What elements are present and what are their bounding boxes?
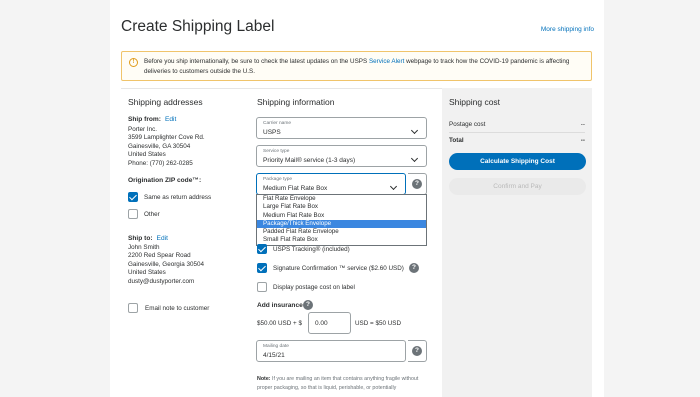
covid-alert-banner: ! Before you ship internationally, be su… [121, 51, 592, 81]
page-title: Create Shipping Label [121, 18, 275, 35]
address-line: dusty@dustyporter.com [128, 277, 195, 285]
display-postage-label: Display postage cost on label [273, 284, 355, 291]
service-alert-link[interactable]: Service Alert [369, 58, 404, 65]
origin-zip-label: Origination ZIP code™: [128, 177, 202, 184]
postage-cost-label: Postage cost [449, 121, 486, 128]
confirm-and-pay-button[interactable]: Confirm and Pay [449, 178, 586, 195]
package-option-highlighted[interactable]: Package/Thick Envelope [257, 219, 426, 229]
more-shipping-info-link[interactable]: More shipping info [541, 26, 594, 33]
help-icon[interactable]: ? [412, 179, 422, 189]
carrier-label: Carrier name [263, 121, 291, 126]
insurance-prefix: $50.00 USD + $ [257, 320, 302, 327]
chevron-down-icon [389, 182, 398, 191]
mailing-date-label: Mailing date [263, 344, 289, 349]
shipping-cost-panel: Shipping cost Postage cost -- Total -- C… [442, 88, 592, 397]
fragile-note: Note: If you are mailing an item that co… [257, 375, 429, 392]
ship-from-address: Porter Inc. 3599 Lamplighter Cove Rd. Ga… [128, 126, 205, 168]
email-note-label: Email note to customer [145, 305, 210, 312]
address-line: United States [128, 269, 166, 277]
package-option[interactable]: Large Flat Rate Box [257, 203, 426, 211]
address-line: 3599 Lamplighter Cove Rd. [128, 134, 205, 142]
postage-cost-value: -- [580, 121, 585, 128]
edit-ship-to-link[interactable]: Edit [157, 235, 168, 242]
shipping-label-card: Create Shipping Label More shipping info… [110, 0, 604, 397]
alert-text: Before you ship internationally, be sure… [144, 57, 584, 76]
total-value: -- [580, 137, 585, 144]
address-line: Porter Inc. [128, 126, 158, 133]
mailing-date-field[interactable]: Mailing date 4/15/21 [256, 340, 406, 362]
service-type-select[interactable]: Service type Priority Mail® service (1-3… [256, 145, 427, 167]
service-type-label: Service type [263, 149, 290, 154]
add-insurance-label: Add insurance [257, 302, 303, 309]
total-label: Total [449, 137, 464, 144]
package-type-dropdown: Flat Rate Envelope Large Flat Rate Box M… [256, 194, 427, 246]
ship-from-text: Ship from: [128, 116, 161, 123]
package-option[interactable]: Medium Flat Rate Box [257, 212, 426, 220]
note-text: If you are mailing an item that contains… [257, 376, 419, 391]
signature-checkbox[interactable] [257, 263, 267, 273]
cost-divider [449, 132, 585, 133]
package-option[interactable]: Flat Rate Envelope [257, 195, 426, 203]
tracking-label: USPS Tracking® (included) [273, 246, 350, 253]
other-zip-label: Other [144, 211, 160, 218]
display-postage-checkbox[interactable] [257, 282, 267, 292]
help-icon[interactable]: ? [409, 263, 419, 273]
carrier-value: USPS [263, 129, 281, 136]
carrier-select[interactable]: Carrier name USPS [256, 117, 427, 139]
same-as-return-label: Same as return address [144, 194, 212, 201]
ship-to-address: John Smith 2200 Red Spear Road Gainesvil… [128, 244, 204, 286]
address-line: John Smith [128, 244, 160, 251]
ship-to-text: Ship to: [128, 235, 153, 242]
mailing-date-help-box: ? [408, 340, 427, 362]
chevron-down-icon [410, 126, 419, 135]
package-option[interactable]: Small Flat Rate Box [257, 236, 426, 244]
address-line: 2200 Red Spear Road [128, 252, 191, 260]
shipping-addresses-heading: Shipping addresses [128, 97, 203, 107]
postage-cost-row: Postage cost -- [449, 121, 585, 128]
service-type-value: Priority Mail® service (1-3 days) [263, 157, 356, 164]
package-type-select[interactable]: Package type Medium Flat Rate Box [256, 173, 406, 195]
insurance-amount-input[interactable]: 0.00 [308, 312, 351, 334]
help-icon[interactable]: ? [412, 346, 422, 356]
tracking-checkbox[interactable] [257, 244, 267, 254]
address-line: United States [128, 151, 166, 159]
package-option[interactable]: Padded Flat Rate Envelope [257, 228, 426, 236]
same-as-return-checkbox[interactable] [128, 192, 138, 202]
other-zip-checkbox[interactable] [128, 209, 138, 219]
ship-from-label: Ship from: Edit [128, 116, 176, 123]
ship-to-label: Ship to: Edit [128, 235, 168, 242]
signature-label: Signature Confirmation ™ service ($2.60 … [273, 265, 404, 272]
email-note-checkbox[interactable] [128, 303, 138, 313]
address-line: Gainesville, GA 30504 [128, 142, 191, 150]
insurance-suffix: USD = $50 USD [355, 320, 402, 327]
address-line: Phone: (770) 262-0285 [128, 159, 193, 167]
note-bold: Note: [257, 376, 271, 382]
package-type-value: Medium Flat Rate Box [263, 185, 328, 192]
chevron-down-icon [410, 154, 419, 163]
mailing-date-value: 4/15/21 [263, 352, 285, 359]
info-circle-icon: ! [129, 58, 138, 67]
shipping-cost-heading: Shipping cost [449, 97, 501, 107]
address-line: Gainesville, Georgia 30504 [128, 260, 204, 268]
edit-ship-from-link[interactable]: Edit [165, 116, 176, 123]
total-row: Total -- [449, 137, 585, 144]
shipping-information-heading: Shipping information [257, 97, 335, 107]
help-icon[interactable]: ? [303, 300, 313, 310]
package-help-box: ? [408, 173, 427, 195]
calculate-shipping-cost-button[interactable]: Calculate Shipping Cost [449, 153, 586, 170]
package-type-label: Package type [263, 177, 293, 182]
alert-text-before: Before you ship internationally, be sure… [144, 58, 369, 65]
